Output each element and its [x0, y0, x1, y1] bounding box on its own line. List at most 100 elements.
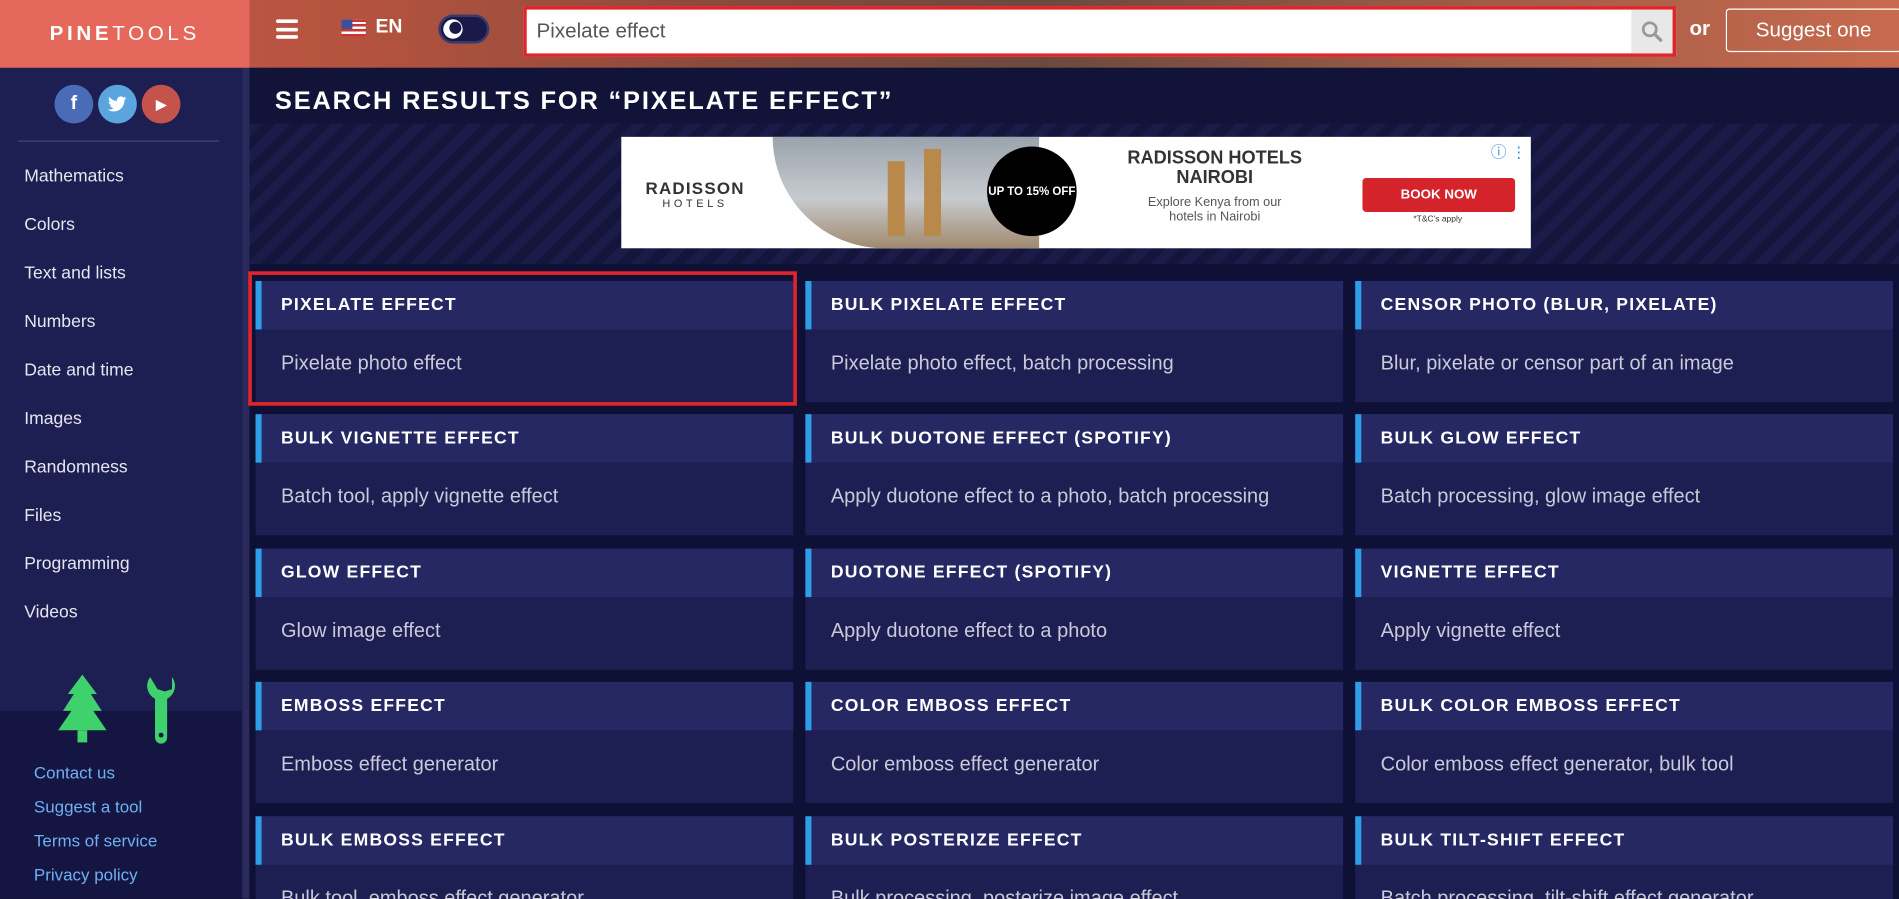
sidebar-scrollbar[interactable] — [242, 67, 250, 899]
logo-light-text: TOOLS — [112, 21, 200, 45]
result-card-color-emboss-effect[interactable]: COLOR EMBOSS EFFECT Color emboss effect … — [805, 681, 1344, 803]
giraffe-image — [887, 161, 905, 237]
result-title: VIGNETTE EFFECT — [1380, 563, 1560, 583]
result-desc: Pixelate photo effect — [280, 352, 462, 375]
sidebar-divider — [18, 140, 220, 142]
sidebar-item-images[interactable]: Images — [24, 407, 133, 455]
page-title: SEARCH RESULTS FOR “PIXELATE EFFECT” — [274, 87, 894, 116]
suggest-a-tool-link[interactable]: Suggest a tool — [34, 797, 157, 831]
moon-icon — [443, 19, 463, 39]
or-label: or — [1689, 16, 1711, 40]
result-card-censor-photo[interactable]: CENSOR PHOTO (BLUR, PIXELATE) Blur, pixe… — [1355, 280, 1893, 403]
result-title: BULK GLOW EFFECT — [1380, 428, 1582, 449]
terms-of-service-link[interactable]: Terms of service — [34, 831, 157, 865]
result-card-bulk-vignette-effect[interactable]: BULK VIGNETTE EFFECT Batch tool, apply v… — [255, 414, 794, 536]
mascot-icons — [58, 674, 179, 745]
site-logo[interactable]: PINETOOLS — [50, 22, 200, 46]
result-card-bulk-pixelate-effect[interactable]: BULK PIXELATE EFFECT Pixelate photo effe… — [805, 280, 1344, 403]
result-desc: Bulk tool, emboss effect generator — [280, 887, 584, 899]
search-button[interactable] — [1631, 9, 1673, 54]
sidebar-item-files[interactable]: Files — [24, 504, 133, 552]
result-card-pixelate-effect[interactable]: PIXELATE EFFECT Pixelate photo effect — [255, 280, 794, 403]
result-title: CENSOR PHOTO (BLUR, PIXELATE) — [1380, 295, 1718, 315]
sidebar-footer: Contact us Suggest a tool Terms of servi… — [0, 674, 243, 899]
language-selector[interactable]: EN — [341, 16, 403, 39]
logo-bold-text: PINE — [49, 21, 113, 45]
ad-info-icon[interactable]: ⓘ ⋮ — [1491, 139, 1527, 162]
result-desc: Color emboss effect generator, bulk tool — [1380, 753, 1734, 776]
footer-links: Contact us Suggest a tool Terms of servi… — [34, 763, 157, 899]
result-title: PIXELATE EFFECT — [280, 295, 457, 315]
result-card-emboss-effect[interactable]: EMBOSS EFFECT Emboss effect generator — [255, 681, 794, 803]
ad-headline: RADISSON HOTELS NAIROBI — [1127, 147, 1303, 188]
sidebar-item-randomness[interactable]: Randomness — [24, 455, 133, 503]
sidebar-item-programming[interactable]: Programming — [24, 552, 133, 600]
result-card-bulk-glow-effect[interactable]: BULK GLOW EFFECT Batch processing, glow … — [1355, 414, 1893, 536]
result-title: EMBOSS EFFECT — [280, 696, 447, 716]
twitter-icon[interactable] — [98, 84, 137, 124]
dark-mode-toggle[interactable] — [438, 14, 490, 44]
social-links: f ▶ — [54, 84, 181, 124]
wrench-icon — [147, 677, 176, 744]
sidebar-item-numbers[interactable]: Numbers — [24, 310, 133, 358]
result-desc: Batch tool, apply vignette effect — [280, 485, 559, 508]
suggest-one-button[interactable]: Suggest one — [1725, 8, 1899, 53]
result-desc: Color emboss effect generator — [830, 753, 1100, 776]
result-title: COLOR EMBOSS EFFECT — [830, 696, 1072, 716]
search-input[interactable] — [526, 9, 1632, 54]
result-desc: Pixelate photo effect, batch processing — [830, 352, 1174, 375]
result-card-vignette-effect[interactable]: VIGNETTE EFFECT Apply vignette effect — [1355, 548, 1893, 670]
result-card-glow-effect[interactable]: GLOW EFFECT Glow image effect — [255, 548, 794, 670]
result-desc: Blur, pixelate or censor part of an imag… — [1380, 352, 1734, 375]
result-card-bulk-posterize-effect[interactable]: BULK POSTERIZE EFFECT Bulk processing, p… — [805, 816, 1344, 899]
result-title: GLOW EFFECT — [280, 563, 423, 583]
hamburger-menu-icon[interactable] — [276, 19, 298, 39]
result-desc: Bulk processing, posterize image effect — [830, 887, 1179, 899]
search-icon — [1641, 21, 1663, 42]
sidebar: f ▶ Mathematics Colors Text and lists Nu… — [0, 67, 243, 899]
result-title: BULK COLOR EMBOSS EFFECT — [1380, 696, 1681, 716]
result-desc: Batch processing, glow image effect — [1380, 485, 1701, 508]
result-desc: Apply vignette effect — [1380, 620, 1561, 642]
result-title: BULK VIGNETTE EFFECT — [280, 428, 520, 449]
result-desc: Batch processing, tilt-shift effect gene… — [1380, 887, 1754, 899]
sidebar-item-text-and-lists[interactable]: Text and lists — [24, 262, 133, 310]
logo-area[interactable]: PINETOOLS — [0, 0, 250, 68]
ad-discount-badge: UP TO 15% OFF — [987, 146, 1077, 237]
ad-brand-name: RADISSON — [645, 178, 745, 198]
contact-us-link[interactable]: Contact us — [34, 763, 157, 797]
result-desc: Glow image effect — [280, 620, 441, 642]
sidebar-item-colors[interactable]: Colors — [24, 213, 133, 261]
result-desc: Apply duotone effect to a photo — [830, 620, 1108, 642]
header: PINETOOLS EN or Suggest one — [0, 0, 1899, 68]
ad-book-now-button[interactable]: BOOK NOW — [1362, 178, 1516, 212]
giraffe-image — [924, 148, 942, 237]
sidebar-item-mathematics[interactable]: Mathematics — [24, 165, 133, 213]
result-desc: Apply duotone effect to a photo, batch p… — [830, 485, 1270, 508]
ad-brand-sub: HOTELS — [662, 197, 728, 210]
search-box — [523, 6, 1677, 57]
youtube-icon[interactable]: ▶ — [141, 84, 181, 124]
sidebar-item-videos[interactable]: Videos — [24, 601, 133, 649]
sidebar-item-date-and-time[interactable]: Date and time — [24, 358, 133, 406]
result-card-bulk-color-emboss-effect[interactable]: BULK COLOR EMBOSS EFFECT Color emboss ef… — [1355, 681, 1893, 803]
result-title: DUOTONE EFFECT (SPOTIFY) — [830, 563, 1113, 583]
ad-subtext: Explore Kenya from our hotels in Nairobi — [1147, 194, 1282, 225]
us-flag-icon — [341, 19, 366, 37]
result-desc: Emboss effect generator — [280, 753, 499, 776]
category-nav: Mathematics Colors Text and lists Number… — [24, 165, 133, 649]
result-card-bulk-emboss-effect[interactable]: BULK EMBOSS EFFECT Bulk tool, emboss eff… — [255, 816, 794, 899]
result-title: BULK EMBOSS EFFECT — [280, 830, 506, 851]
result-title: BULK POSTERIZE EFFECT — [830, 830, 1083, 851]
advertisement-banner[interactable]: RADISSON HOTELS UP TO 15% OFF RADISSON H… — [621, 136, 1531, 249]
language-label: EN — [375, 16, 403, 38]
ad-brand: RADISSON HOTELS — [646, 178, 745, 209]
result-card-bulk-tilt-shift-effect[interactable]: BULK TILT-SHIFT EFFECT Batch processing,… — [1355, 816, 1893, 899]
ad-terms: *T&C's apply — [1413, 215, 1463, 225]
result-title: BULK PIXELATE EFFECT — [830, 295, 1067, 315]
result-card-duotone-effect[interactable]: DUOTONE EFFECT (SPOTIFY) Apply duotone e… — [805, 548, 1344, 670]
result-card-bulk-duotone-effect[interactable]: BULK DUOTONE EFFECT (SPOTIFY) Apply duot… — [805, 414, 1344, 536]
privacy-policy-link[interactable]: Privacy policy — [34, 865, 157, 899]
result-title: BULK TILT-SHIFT EFFECT — [1380, 830, 1626, 851]
facebook-icon[interactable]: f — [54, 84, 94, 124]
